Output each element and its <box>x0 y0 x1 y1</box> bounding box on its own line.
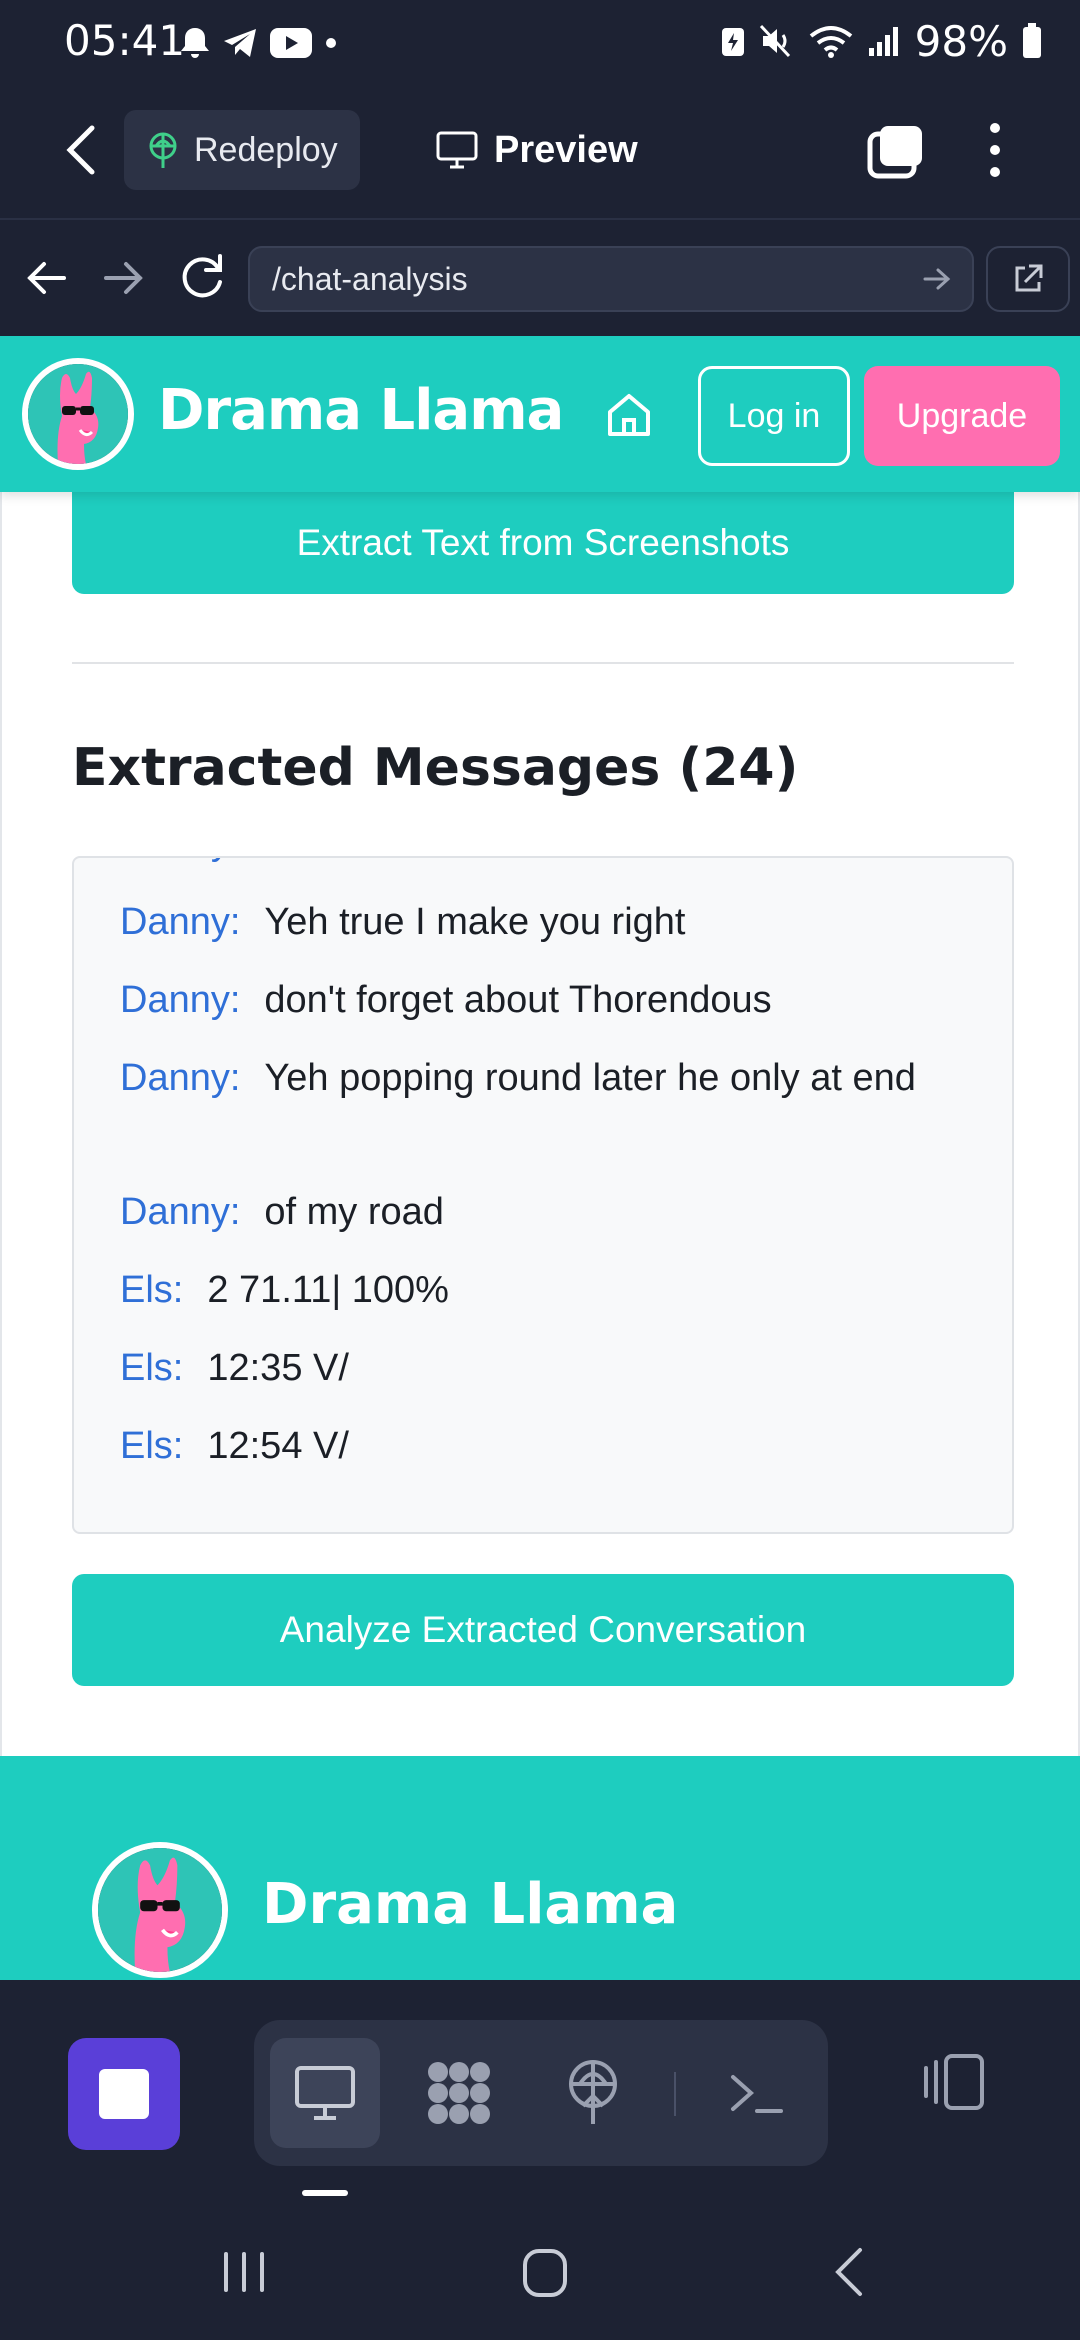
tool-separator <box>674 2072 676 2116</box>
analyze-conversation-button[interactable]: Analyze Extracted Conversation <box>72 1574 1014 1686</box>
section-title: Extracted Messages (24) <box>72 738 799 798</box>
redeploy-icon <box>149 132 177 168</box>
browser-back-icon[interactable] <box>24 256 68 300</box>
mute-icon <box>759 24 790 58</box>
console-tool-button[interactable] <box>702 2038 812 2148</box>
browser-bar: /chat-analysis <box>0 222 1080 336</box>
footer-llama-logo <box>92 1842 228 1978</box>
url-text: /chat-analysis <box>272 260 468 297</box>
bell-icon <box>181 28 209 58</box>
status-right: 98% <box>721 16 1042 66</box>
stop-button[interactable] <box>68 2038 180 2150</box>
site-header: Drama Llama Log in Upgrade <box>0 336 1080 492</box>
youtube-icon <box>270 28 312 58</box>
external-link-icon <box>1015 264 1043 292</box>
terminal-icon <box>731 2075 783 2113</box>
llama-icon <box>98 1848 222 1972</box>
list-item-partial: Danny: <box>120 858 264 870</box>
browser-forward-icon[interactable] <box>102 256 146 300</box>
dot-icon <box>326 38 336 48</box>
open-external-button[interactable] <box>986 246 1070 312</box>
battery-icon <box>1023 23 1041 58</box>
notification-icons <box>180 18 338 68</box>
status-time: 05:41 <box>64 16 186 65</box>
message-sender: Danny: <box>120 1191 241 1233</box>
list-item: Danny: of my road <box>120 1184 924 1240</box>
signal-icon <box>868 27 898 56</box>
app-toolbar: Redeploy Preview <box>0 80 1080 220</box>
message-sender: Els: <box>120 1425 184 1467</box>
message-sender: Danny: <box>120 901 241 943</box>
message-text: Yeh true I make you right <box>264 901 686 943</box>
list-item: Danny: Yeh popping round later he only a… <box>120 1050 924 1106</box>
footer-brand: Drama Llama <box>262 1872 679 1937</box>
upgrade-button[interactable]: Upgrade <box>864 366 1060 466</box>
list-item: Els: 12:35 V/ <box>120 1340 867 1396</box>
list-item: Els: 12:54 V/ <box>120 1418 867 1474</box>
redeploy-label: Redeploy <box>194 130 338 169</box>
message-sender: Els: <box>120 1269 184 1311</box>
deploy-icon <box>569 2060 617 2124</box>
list-item: Danny: Yeh true I make you right <box>120 894 924 950</box>
home-indicator <box>302 2190 348 2196</box>
tool-group <box>254 2020 828 2166</box>
url-input[interactable]: /chat-analysis <box>248 246 974 312</box>
llama-icon <box>28 364 128 464</box>
webpage: Drama Llama Log in Upgrade Extract Text … <box>0 336 1080 1980</box>
monitor-icon <box>436 131 478 169</box>
message-text: 12:54 V/ <box>207 1425 349 1467</box>
panel-toggle-icon[interactable] <box>920 2052 988 2112</box>
tabs-icon[interactable] <box>866 124 926 180</box>
message-sender: Danny: <box>120 858 240 870</box>
login-button[interactable]: Log in <box>698 366 850 466</box>
message-sender: Danny: <box>120 979 241 1021</box>
back-chevron-icon[interactable] <box>58 122 108 178</box>
list-item: Danny: don't forget about Thorendous <box>120 972 924 1028</box>
deploy-tool-button[interactable] <box>538 2038 648 2148</box>
messages-list[interactable]: Danny: Danny: Yeh true I make you right … <box>72 856 1014 1534</box>
monitor-icon <box>295 2066 355 2120</box>
message-text: Yeh popping round later he only at end <box>264 1057 916 1099</box>
analysis-card: Extract Text from Screenshots Extracted … <box>0 436 1080 1856</box>
redeploy-button[interactable]: Redeploy <box>124 110 360 190</box>
preview-tab[interactable]: Preview <box>436 110 638 190</box>
divider <box>72 662 1014 664</box>
dots-grid-icon <box>428 2062 490 2124</box>
site-footer: Drama Llama <box>0 1756 1080 1980</box>
list-item: Els: 2 71.11| 100% <box>120 1262 867 1318</box>
more-vertical-icon[interactable] <box>980 120 1010 180</box>
recents-icon[interactable] <box>220 2250 270 2294</box>
site-brand[interactable]: Drama Llama <box>158 378 564 443</box>
wifi-icon <box>809 26 852 58</box>
stop-icon <box>99 2069 149 2119</box>
reload-icon[interactable] <box>178 252 228 302</box>
message-sender: Els: <box>120 1347 184 1389</box>
go-arrow-icon[interactable] <box>922 264 952 294</box>
android-nav-bar <box>0 2200 1080 2340</box>
preview-tool-button[interactable] <box>270 2038 380 2148</box>
workspace-tool-button[interactable] <box>404 2038 514 2148</box>
bottom-toolbar <box>0 1980 1080 2180</box>
status-bar: 05:41 98% <box>0 0 1080 80</box>
llama-logo[interactable] <box>22 358 134 470</box>
back-nav-icon[interactable] <box>830 2246 870 2298</box>
telegram-icon <box>224 29 256 57</box>
message-text: of my road <box>264 1191 444 1233</box>
message-sender: Danny: <box>120 1057 241 1099</box>
preview-label: Preview <box>494 128 638 171</box>
home-icon[interactable] <box>604 390 654 440</box>
home-nav-icon[interactable] <box>522 2248 568 2298</box>
message-text: 2 71.11| 100% <box>207 1269 449 1311</box>
message-text: don't forget about Thorendous <box>264 979 772 1021</box>
battery-percent: 98% <box>914 16 1008 66</box>
battery-saver-icon <box>721 28 744 56</box>
message-text: 12:35 V/ <box>207 1347 349 1389</box>
